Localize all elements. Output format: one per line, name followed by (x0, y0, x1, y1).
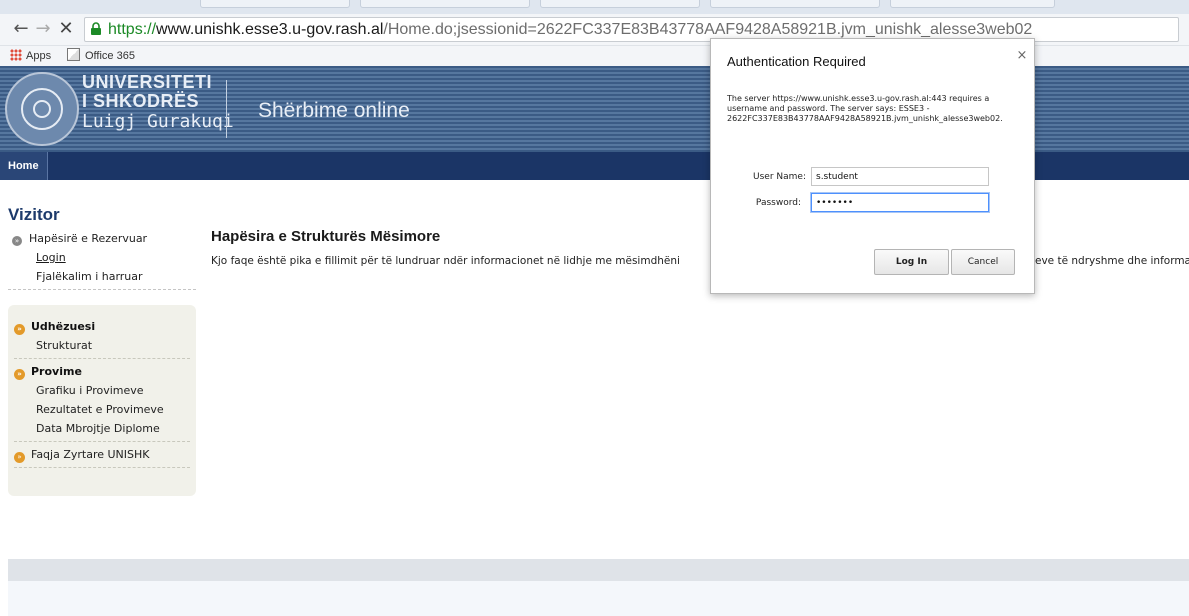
browser-tab[interactable] (360, 0, 530, 8)
sidebar-item-login[interactable]: Login (8, 248, 196, 267)
cancel-button[interactable]: Cancel (951, 249, 1015, 275)
browser-tab[interactable] (200, 0, 350, 8)
sidebar-visitor: Vizitor » Hapësirë e Rezervuar Login Fjal… (8, 205, 196, 290)
apps-grid-icon (10, 49, 22, 61)
bookmark-office365[interactable]: Office 365 (67, 48, 135, 64)
divider (14, 467, 190, 468)
browser-tab[interactable] (540, 0, 700, 8)
auth-dialog: Authentication Required × The server htt… (710, 38, 1035, 294)
header-divider (226, 80, 227, 138)
lock-icon (91, 22, 101, 35)
seal-ring (21, 88, 63, 130)
bullet-icon: » (12, 236, 22, 246)
dialog-message: The server https://www.unishk.esse3.u-go… (727, 94, 1003, 123)
divider (8, 289, 196, 290)
service-title: Shërbime online (258, 99, 410, 122)
url-path: /Home.do;jsessionid=2622FC337E83B43778AA… (383, 21, 1033, 38)
username-label: User Name: (753, 172, 806, 182)
footer-area (8, 581, 1189, 616)
back-arrow-icon[interactable]: ← (10, 18, 32, 40)
exams-label: Provime (31, 365, 82, 378)
tab-strip (0, 0, 1189, 14)
sidebar-item-guide[interactable]: » Udhëzuesi (8, 317, 196, 336)
reserved-area-label: Hapësirë e Rezervuar (29, 232, 148, 245)
exam-results-link[interactable]: Rezultatet e Provimeve (36, 403, 164, 416)
sidebar-section-title: Vizitor (8, 205, 60, 224)
close-icon[interactable]: × (1015, 49, 1029, 63)
intro-text-end: eve të ndryshme dhe informa (1035, 255, 1189, 267)
dialog-title: Authentication Required (727, 54, 866, 69)
sidebar-item-reserved-area: » Hapësirë e Rezervuar (8, 229, 196, 248)
divider (14, 441, 190, 442)
office365-icon (67, 48, 80, 61)
seal-center (33, 100, 51, 118)
university-name-line1: UNIVERSITETI (82, 72, 213, 92)
sidebar-item-exams[interactable]: » Provime (8, 362, 196, 381)
diploma-defense-link[interactable]: Data Mbrojtje Diplome (36, 422, 160, 435)
bullet-icon: » (14, 452, 25, 463)
bookmark-label: Office 365 (85, 50, 135, 62)
sidebar-item-official-page[interactable]: » Faqja Zyrtare UNISHK (8, 445, 196, 464)
bullet-icon: » (14, 324, 25, 335)
official-page-link[interactable]: Faqja Zyrtare UNISHK (31, 448, 150, 461)
browser-window: ← → ✕ https://www.unishk.esse3.u-gov.ras… (0, 0, 1189, 616)
sidebar-menu-box: » Udhëzuesi Strukturat » Provime Grafiku i… (8, 305, 196, 496)
sidebar-item-exam-schedule[interactable]: Grafiku i Provimeve (8, 381, 196, 400)
guide-label: Udhëzuesi (31, 320, 96, 333)
login-button[interactable]: Log In (874, 249, 949, 275)
exam-schedule-link[interactable]: Grafiku i Provimeve (36, 384, 144, 397)
username-field[interactable] (811, 167, 989, 186)
sidebar-item-forgot-password[interactable]: Fjalëkalim i harruar (8, 267, 196, 286)
nav-home-link[interactable]: Home (0, 152, 48, 180)
intro-text-start: Kjo faqe është pika e fillimit për të lu… (211, 255, 680, 267)
browser-tab[interactable] (890, 0, 1055, 8)
browser-tab[interactable] (710, 0, 880, 8)
url-host: www.unishk.esse3.u-gov.rash.al (156, 21, 384, 38)
stop-loading-icon[interactable]: ✕ (55, 18, 77, 40)
intro-text: Kjo faqe është pika e fillimit për të lu… (211, 255, 1189, 267)
bullet-icon: » (14, 369, 25, 380)
url-scheme: https:// (108, 21, 157, 38)
structures-link[interactable]: Strukturat (36, 339, 92, 352)
forward-arrow-icon[interactable]: → (32, 18, 54, 40)
password-field[interactable] (811, 193, 989, 212)
bookmark-apps[interactable]: Apps (10, 48, 51, 64)
sidebar-item-diploma-defense-date[interactable]: Data Mbrojtje Diplome (8, 419, 196, 438)
university-name-line3: Luigj Gurakuqi (82, 111, 234, 132)
university-name-line2: I SHKODRËS (82, 91, 200, 111)
sidebar-item-structures[interactable]: Strukturat (8, 336, 196, 355)
sidebar-item-exam-results[interactable]: Rezultatet e Provimeve (8, 400, 196, 419)
password-label: Password: (755, 198, 801, 208)
university-seal-logo[interactable] (5, 72, 79, 146)
bookmark-label: Apps (26, 50, 52, 62)
login-link[interactable]: Login (36, 251, 66, 264)
footer-bar (8, 559, 1189, 581)
divider (14, 358, 190, 359)
page-title: Hapësira e Strukturës Mësimore (211, 228, 441, 245)
forgot-password-link[interactable]: Fjalëkalim i harruar (36, 270, 143, 283)
